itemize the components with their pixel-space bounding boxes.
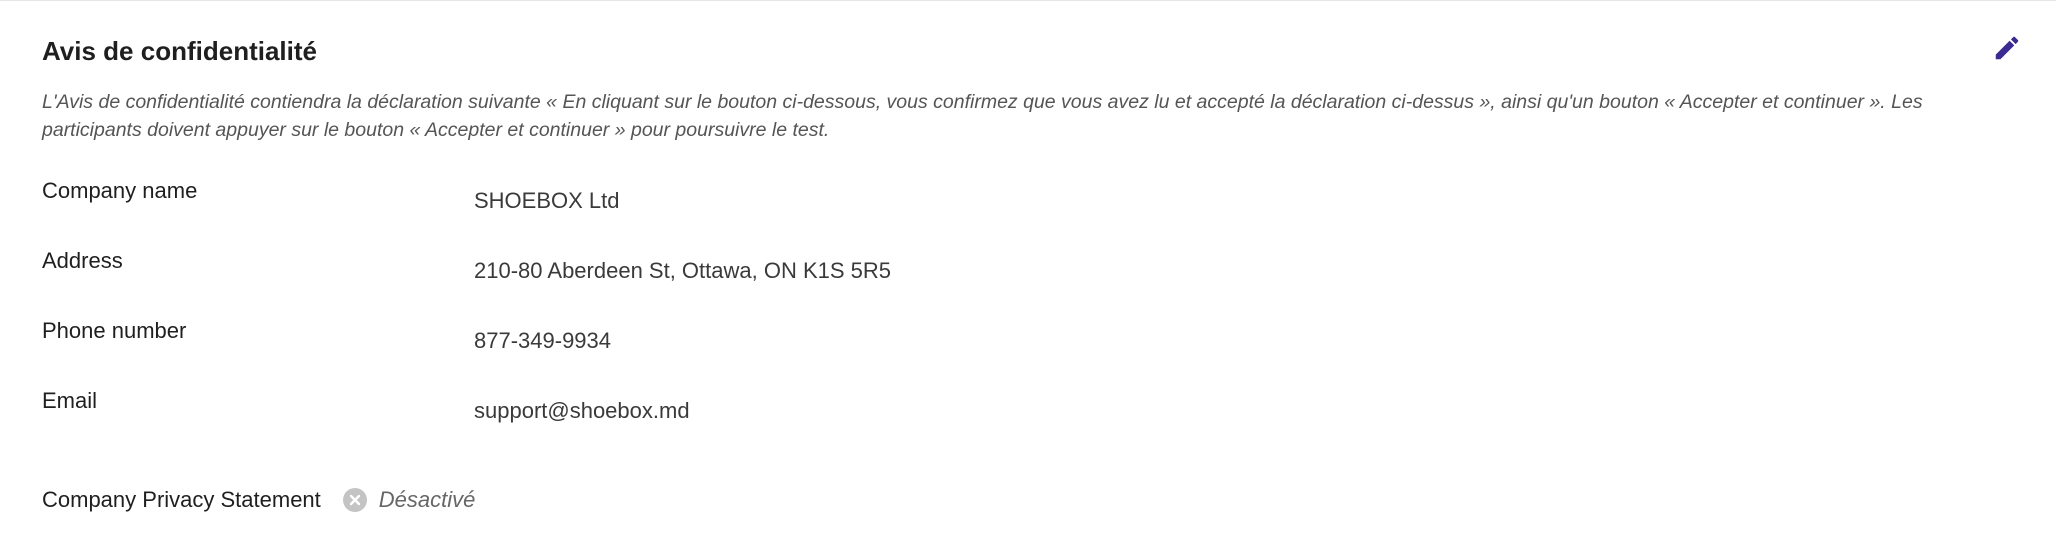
address-label: Address bbox=[42, 248, 123, 273]
company-name-label: Company name bbox=[42, 178, 198, 203]
edit-button[interactable] bbox=[1992, 32, 2022, 64]
address-value: 210-80 Aberdeen St, Ottawa, ON K1S 5R5 bbox=[474, 258, 892, 283]
email-value: support@shoebox.md bbox=[474, 398, 690, 423]
status-disabled-text: Désactivé bbox=[378, 487, 476, 512]
x-circle-icon bbox=[342, 488, 367, 512]
company-name-value: SHOEBOX Ltd bbox=[474, 188, 620, 213]
phone-number-value: 877-349-9934 bbox=[474, 328, 612, 353]
section-description: L'Avis de confidentialité contiendra la … bbox=[42, 91, 1923, 141]
pencil-icon bbox=[1995, 36, 2019, 60]
section-title: Avis de confidentialité bbox=[42, 36, 317, 66]
email-label: Email bbox=[42, 388, 98, 413]
privacy-notice-section: Avis de confidentialité L'Avis de confid… bbox=[42, 0, 2022, 550]
company-privacy-statement-row: Company Privacy Statement Désactivé bbox=[42, 485, 475, 515]
company-privacy-statement-label: Company Privacy Statement bbox=[42, 487, 321, 512]
phone-number-label: Phone number bbox=[42, 318, 187, 343]
